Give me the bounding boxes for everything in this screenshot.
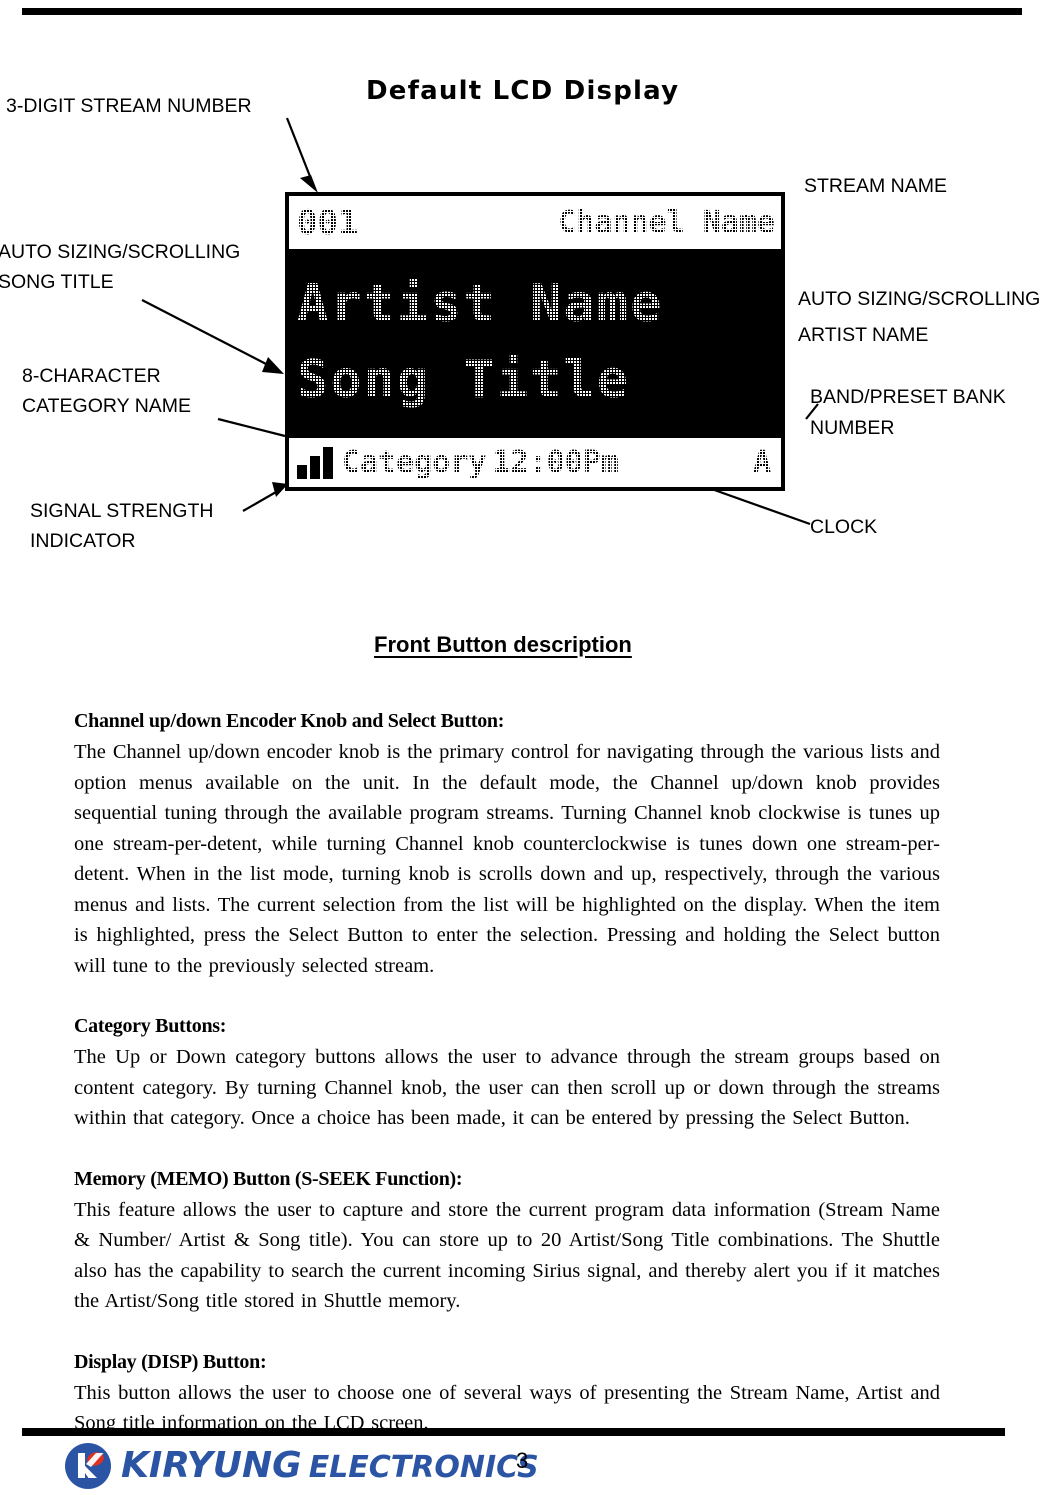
- lcd-top-row: 001 Channel Name: [289, 196, 781, 249]
- callout-signal-line1: SIGNAL STRENGTH: [30, 500, 214, 522]
- callout-clock: CLOCK: [810, 516, 878, 538]
- lcd-middle-rows: Artist Name Song Title: [289, 249, 781, 435]
- front-button-description-body: Channel up/down Encoder Knob and Select …: [74, 706, 940, 1439]
- lcd-channel-name: Channel Name: [558, 204, 775, 241]
- brand-wordmark: KIRYUNG ELECTRONICS: [121, 1448, 539, 1484]
- callout-category-line2: CATEGORY NAME: [22, 395, 192, 417]
- leader-signal-strength: [242, 482, 288, 512]
- leader-song-title: [141, 299, 284, 374]
- brand-word-electronics: ELECTRONICS: [308, 1450, 539, 1485]
- callout-stream-name: STREAM NAME: [804, 175, 948, 197]
- section-paragraph: The Channel up/down encoder knob is the …: [74, 741, 940, 977]
- section-channel-knob: Channel up/down Encoder Knob and Select …: [74, 706, 940, 981]
- section-heading: Channel up/down Encoder Knob and Select …: [74, 710, 505, 732]
- section-heading: Memory (MEMO) Button (S-SEEK Function):: [74, 1167, 463, 1190]
- section-display-button: Display (DISP) Button: This button allow…: [74, 1347, 940, 1439]
- callout-stream-number: 3-DIGIT STREAM NUMBER: [6, 95, 252, 117]
- lcd-band-preset-bank: A: [752, 444, 776, 481]
- callout-artist-line1: AUTO SIZING/SCROLLING: [798, 288, 1041, 310]
- leader-category-name: [217, 417, 286, 438]
- lcd-clock: 12:00Pm: [492, 444, 620, 481]
- section-heading: Display (DISP) Button:: [74, 1350, 267, 1373]
- lcd-artist-name: Artist Name: [297, 266, 781, 342]
- section-memory-button: Memory (MEMO) Button (S-SEEK Function): …: [74, 1164, 940, 1317]
- page-title: Default LCD Display: [366, 76, 680, 106]
- callout-category-line1: 8-CHARACTER: [22, 365, 161, 387]
- signal-strength-icon: [297, 446, 333, 479]
- page-footer: KIRYUNG ELECTRONICS 3: [0, 1440, 1045, 1494]
- page-number: 3: [516, 1448, 529, 1473]
- lcd-display: 001 Channel Name Artist Name Song Title …: [285, 192, 785, 491]
- section-paragraph: The Up or Down category buttons allows t…: [74, 1046, 940, 1129]
- page-top-rule: [22, 8, 1022, 15]
- brand-word-kiryung: KIRYUNG: [121, 1445, 302, 1486]
- kiryung-emblem-icon: [64, 1442, 112, 1490]
- lcd-status-row: Category 12:00Pm A: [289, 435, 781, 487]
- lcd-stream-number: 001: [297, 202, 359, 243]
- callout-song-title-line2: SONG TITLE: [0, 271, 114, 293]
- lcd-category-name: Category: [342, 444, 487, 481]
- section-paragraph: This feature allows the user to capture …: [74, 1198, 940, 1313]
- callout-artist-line2: ARTIST NAME: [798, 324, 929, 346]
- section-paragraph: This button allows the user to choose on…: [74, 1381, 940, 1435]
- section-heading: Category Buttons:: [74, 1015, 227, 1037]
- callout-song-title-line1: AUTO SIZING/SCROLLING: [0, 241, 241, 263]
- leader-clock: [705, 485, 811, 526]
- callout-band-line2: NUMBER: [810, 417, 895, 439]
- section-category-buttons: Category Buttons: The Up or Down categor…: [74, 1011, 940, 1134]
- leader-stream-number: [285, 117, 318, 193]
- section-title-front-buttons: Front Button description: [374, 632, 632, 657]
- callout-band-line1: BAND/PRESET BANK: [810, 386, 1006, 408]
- lcd-song-title: Song Title: [297, 342, 781, 418]
- callout-signal-line2: INDICATOR: [30, 530, 136, 552]
- brand-logo: KIRYUNG ELECTRONICS: [64, 1442, 539, 1490]
